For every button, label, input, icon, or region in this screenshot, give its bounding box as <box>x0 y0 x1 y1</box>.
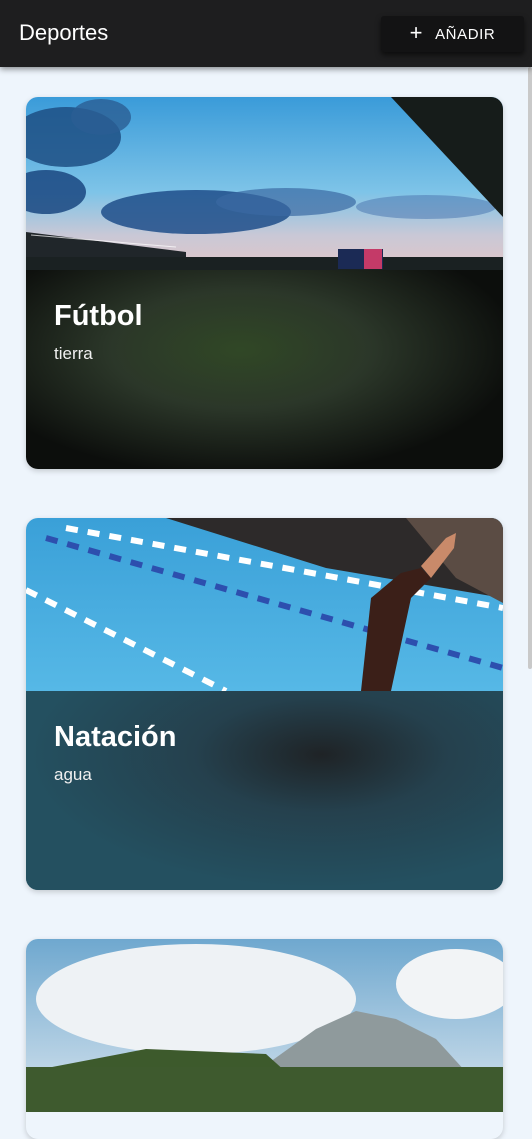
app-bar: Deportes + AÑADIR <box>0 0 532 67</box>
card-image-stadium <box>26 97 503 270</box>
sport-card-futbol: Fútbol tierra <box>26 97 503 469</box>
card-subtitle: tierra <box>54 344 93 363</box>
card-subtitle: agua <box>54 765 92 784</box>
add-button-label: AÑADIR <box>435 25 496 43</box>
plus-icon: + <box>409 20 424 45</box>
card-image-pool <box>26 518 503 691</box>
card-body: Fútbol tierra <box>26 270 503 469</box>
card-title: Natación <box>54 721 177 753</box>
card-title: Fútbol <box>54 300 143 332</box>
scrollbar[interactable] <box>528 67 532 669</box>
add-button[interactable]: + AÑADIR <box>381 16 524 52</box>
card-image-mountain <box>26 939 503 1112</box>
sport-card-mountain <box>26 939 503 1139</box>
card-body: Natación agua <box>26 691 503 890</box>
sport-card-natacion: Natación agua <box>26 518 503 890</box>
page-title: Deportes <box>19 20 109 45</box>
